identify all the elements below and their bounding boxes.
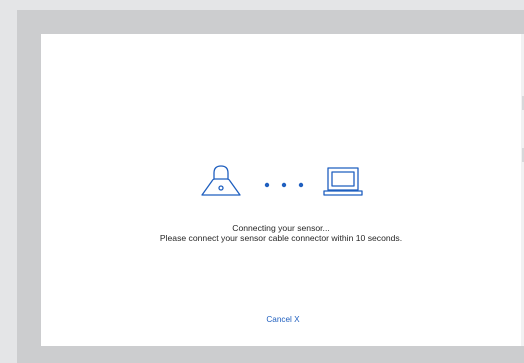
status-instruction: Please connect your sensor cable connect… — [159, 233, 403, 243]
sensor-icon — [201, 165, 241, 196]
connection-illustration — [201, 164, 367, 200]
cancel-button[interactable]: Cancel X — [241, 315, 325, 325]
status-title: Connecting your sensor... — [232, 223, 330, 233]
progress-dots-icon — [264, 182, 304, 188]
laptop-icon — [323, 167, 363, 196]
status-message: Connecting your sensor... Please connect… — [41, 223, 521, 243]
